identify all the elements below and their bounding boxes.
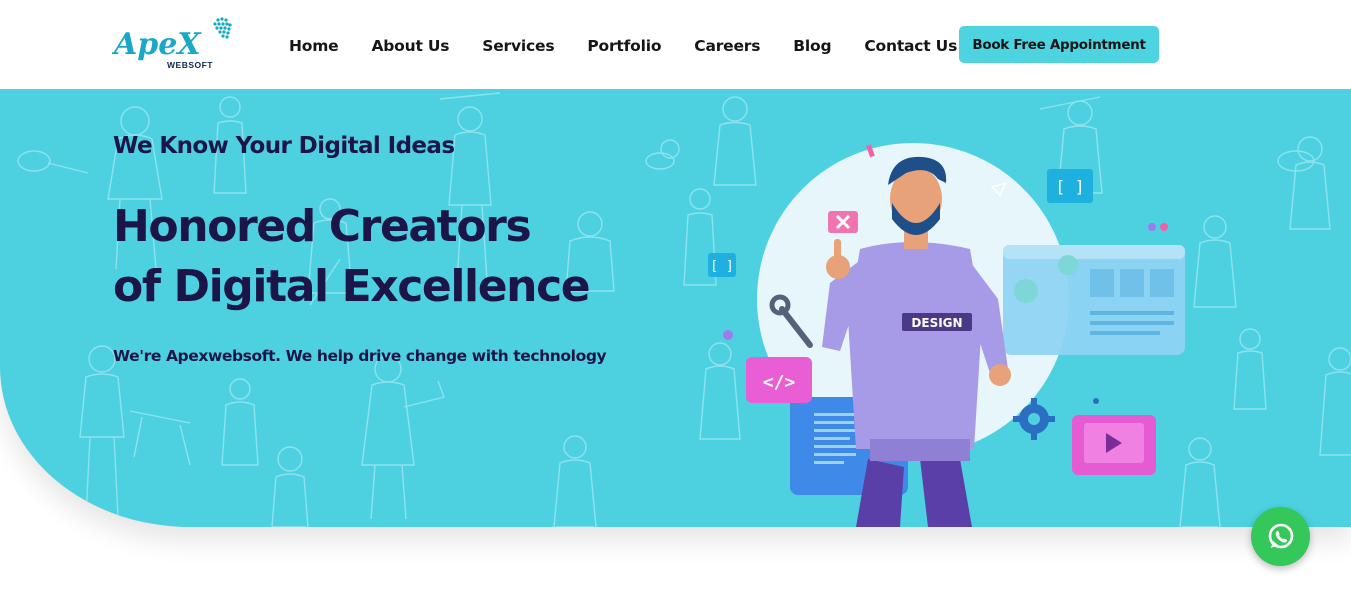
hero-illustration: </> [ ] [ ] DESIGN [708,143,1185,527]
design-badge-text: DESIGN [911,316,962,330]
site-header: ApeX WEBSOFT Home About Us Services Port… [0,0,1351,89]
browser-window-panel [1003,245,1185,355]
whatsapp-button[interactable] [1251,507,1310,566]
svg-text:</>: </> [763,372,796,393]
hero-kicker: We Know Your Digital Ideas [113,133,455,159]
svg-text:[ ]: [ ] [710,259,733,274]
main-nav: Home About Us Services Portfolio Careers… [289,34,957,58]
nav-portfolio[interactable]: Portfolio [587,37,661,55]
code-icon: </> [746,357,812,403]
nav-blog[interactable]: Blog [793,37,831,55]
nav-contact-us[interactable]: Contact Us [864,37,957,55]
svg-text:[ ]: [ ] [1056,177,1085,196]
nav-about-us[interactable]: About Us [371,37,449,55]
hero-tagline: We're Apexwebsoft. We help drive change … [113,347,607,365]
nav-services[interactable]: Services [482,37,554,55]
nav-careers[interactable]: Careers [694,37,760,55]
apex-websoft-logo[interactable]: ApeX WEBSOFT [111,14,237,72]
whatsapp-icon [1268,523,1293,548]
logo-brand-text: ApeX [112,27,202,62]
close-icon [828,211,858,233]
book-appointment-button[interactable]: Book Free Appointment [959,26,1159,63]
headline-line-1: Honored Creators [113,201,532,252]
logo-sub-text: WEBSOFT [167,60,213,70]
hero-headline: Honored Creators of Digital Excellence [113,197,673,317]
play-icon [1072,415,1156,475]
nav-home[interactable]: Home [289,37,339,55]
hero-section: We Know Your Digital Ideas Honored Creat… [0,89,1351,527]
headline-line-2: of Digital Excellence [113,261,591,312]
